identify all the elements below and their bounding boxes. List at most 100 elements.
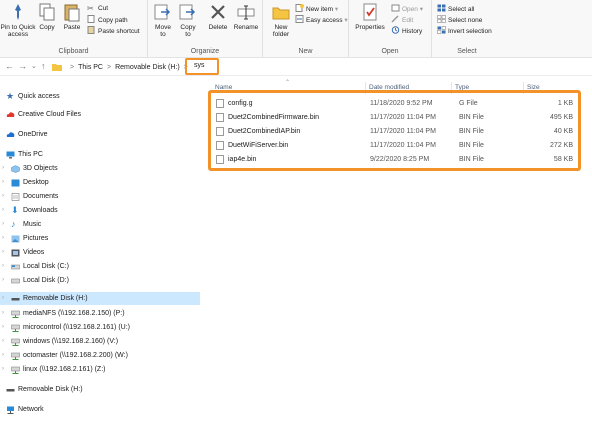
copy-button[interactable]: Copy xyxy=(37,2,57,31)
pin-quick-access-button[interactable]: Pin to Quick access xyxy=(0,2,36,38)
nav-pictures[interactable]: › Pictures xyxy=(0,232,200,245)
select-none-button[interactable]: Select none xyxy=(437,15,482,25)
forward-arrow-icon[interactable]: → xyxy=(18,61,27,72)
drive-icon xyxy=(11,278,20,284)
file-date: 11/17/2020 11:04 PM xyxy=(370,114,436,121)
desktop-folder-icon xyxy=(11,179,20,187)
copy-path-button[interactable]: Copy path xyxy=(87,15,128,25)
file-row[interactable]: Duet2CombinedIAP.bin 11/17/2020 11:04 PM… xyxy=(215,125,577,138)
chevron-right-icon[interactable]: › xyxy=(2,190,4,203)
back-arrow-icon[interactable]: ← xyxy=(5,61,14,72)
chevron-right-icon[interactable]: › xyxy=(2,292,4,305)
copy-to-label: Copy to xyxy=(180,24,196,38)
chevron-right-icon[interactable]: › xyxy=(2,246,4,259)
scissors-icon: ✂ xyxy=(87,4,94,13)
chevron-right-icon[interactable]: › xyxy=(2,274,4,287)
file-row[interactable]: iap4e.bin 9/22/2020 8:25 PM BIN File 58 … xyxy=(215,153,577,166)
breadcrumb-this-pc[interactable]: This PC xyxy=(78,64,103,71)
file-name: config.g xyxy=(228,100,253,107)
properties-label: Properties xyxy=(355,24,385,31)
easy-access-button[interactable]: Easy access ▾ xyxy=(295,15,348,25)
onedrive-icon xyxy=(6,132,15,137)
nav-quick-access[interactable]: ★ Quick access xyxy=(0,90,200,103)
properties-icon xyxy=(363,3,377,21)
paste-shortcut-button[interactable]: Paste shortcut xyxy=(87,26,140,36)
nav-label: Desktop xyxy=(23,179,49,186)
nav-downloads[interactable]: › ⬇ Downloads xyxy=(0,204,200,217)
cut-button[interactable]: ✂ Cut xyxy=(87,4,108,13)
open-icon xyxy=(391,4,400,12)
nav-windows-v[interactable]: › windows (\\192.168.2.160) (V:) xyxy=(0,335,200,348)
move-to-button[interactable]: Move to xyxy=(152,2,174,38)
chevron-right-icon[interactable]: › xyxy=(2,321,4,334)
nav-documents[interactable]: › Documents xyxy=(0,190,200,203)
select-all-button[interactable]: Select all xyxy=(437,4,474,14)
nav-removable-disk-h-root[interactable]: Removable Disk (H:) xyxy=(0,383,200,396)
properties-button[interactable]: Properties xyxy=(352,2,388,31)
chevron-right-icon[interactable]: › xyxy=(2,335,4,348)
nav-this-pc[interactable]: This PC xyxy=(0,148,200,161)
file-size: 272 KB xyxy=(550,142,573,149)
up-arrow-icon[interactable]: ↑ xyxy=(41,61,46,72)
file-row[interactable]: Duet2CombinedFirmware.bin 11/17/2020 11:… xyxy=(215,111,577,124)
nav-creative-cloud-files[interactable]: Creative Cloud Files xyxy=(0,108,200,121)
edit-button[interactable]: Edit xyxy=(391,15,413,25)
ribbon: Pin to Quick access Copy Paste ✂ Cut Copy… xyxy=(0,0,592,58)
rename-button[interactable]: Rename xyxy=(233,2,259,31)
file-type: BIN File xyxy=(459,142,484,149)
breadcrumb[interactable]: > This PC > Removable Disk (H:) > xyxy=(52,60,192,74)
organize-group: Move to Copy to Delete Rename Organize xyxy=(148,0,263,58)
select-group: Select all Select none Invert selection … xyxy=(432,0,502,58)
open-button[interactable]: Open ▾ xyxy=(391,4,423,14)
nav-octomaster-w[interactable]: › octomaster (\\192.168.2.200) (W:) xyxy=(0,349,200,362)
new-item-button[interactable]: New item ▾ xyxy=(295,4,338,14)
usb-drive-icon xyxy=(6,389,15,392)
rename-icon xyxy=(237,5,255,20)
nav-desktop[interactable]: › Desktop xyxy=(0,176,200,189)
chevron-right-icon[interactable]: › xyxy=(2,363,4,376)
nav-label: Quick access xyxy=(18,93,60,100)
paste-button[interactable]: Paste xyxy=(61,2,83,31)
chevron-right-icon[interactable]: › xyxy=(2,204,4,217)
nav-microcontrol-u[interactable]: › microcontrol (\\192.168.2.161) (U:) xyxy=(0,321,200,334)
breadcrumb-removable-disk[interactable]: Removable Disk (H:) xyxy=(115,64,180,71)
edit-icon xyxy=(391,15,399,23)
nav-label: octomaster (\\192.168.2.200) (W:) xyxy=(23,352,128,359)
network-drive-icon xyxy=(11,366,20,374)
chevron-right-icon[interactable]: › xyxy=(2,307,4,320)
nav-removable-disk-h[interactable]: › Removable Disk (H:) xyxy=(0,292,200,305)
nav-videos[interactable]: › Videos xyxy=(0,246,200,259)
history-button[interactable]: History xyxy=(391,26,422,36)
file-icon xyxy=(216,113,224,122)
new-folder-button[interactable]: New folder xyxy=(266,2,296,38)
file-icon xyxy=(216,141,224,150)
chevron-right-icon[interactable]: › xyxy=(2,260,4,273)
chevron-right-icon[interactable]: › xyxy=(2,176,4,189)
nav-linux-z[interactable]: › linux (\\192.168.2.161) (Z:) xyxy=(0,363,200,376)
nav-local-disk-d[interactable]: › Local Disk (D:) xyxy=(0,274,200,287)
file-row[interactable]: config.g 11/18/2020 9:52 PM G File 1 KB xyxy=(215,97,577,110)
pin-icon xyxy=(15,4,21,20)
copy-to-button[interactable]: Copy to xyxy=(177,2,199,38)
chevron-right-icon[interactable]: › xyxy=(2,218,4,231)
nav-medianfs-p[interactable]: › mediaNFS (\\192.168.2.150) (P:) xyxy=(0,307,200,320)
new-item-label: New item xyxy=(306,6,334,13)
nav-music[interactable]: › ♪ Music xyxy=(0,218,200,231)
file-row[interactable]: DuetWiFiServer.bin 11/17/2020 11:04 PM B… xyxy=(215,139,577,152)
pictures-folder-icon xyxy=(11,235,20,243)
delete-button[interactable]: Delete xyxy=(206,2,230,31)
nav-onedrive[interactable]: OneDrive xyxy=(0,128,200,141)
chevron-right-icon[interactable]: › xyxy=(2,349,4,362)
nav-local-disk-c[interactable]: › Local Disk (C:) xyxy=(0,260,200,273)
nav-label: 3D Objects xyxy=(23,165,58,172)
invert-selection-label: Invert selection xyxy=(448,28,492,35)
recent-locations-chevron-icon[interactable]: ⌄ xyxy=(31,61,37,72)
invert-selection-button[interactable]: Invert selection xyxy=(437,26,492,36)
chevron-right-icon[interactable]: › xyxy=(2,162,4,175)
file-list-highlight-box: config.g 11/18/2020 9:52 PM G File 1 KB … xyxy=(208,90,581,171)
nav-3d-objects[interactable]: › 3D Objects xyxy=(0,162,200,175)
downloads-folder-icon: ⬇ xyxy=(11,205,19,215)
nav-label: Local Disk (C:) xyxy=(23,263,69,270)
chevron-right-icon[interactable]: › xyxy=(2,232,4,245)
nav-network[interactable]: Network xyxy=(0,403,200,416)
